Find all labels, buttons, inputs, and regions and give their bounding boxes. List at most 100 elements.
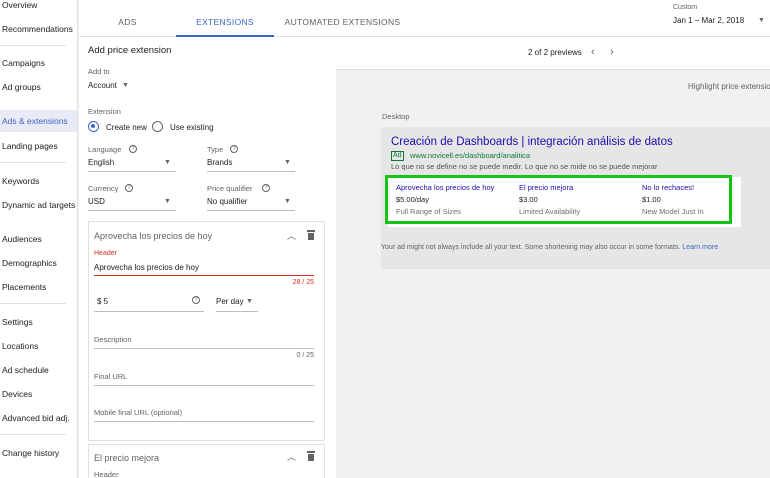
add-to-select[interactable]: Account bbox=[88, 81, 117, 90]
create-new-radio[interactable] bbox=[88, 121, 99, 132]
help-icon[interactable]: ? bbox=[230, 145, 238, 153]
help-icon[interactable]: ? bbox=[129, 145, 137, 153]
sidebar-item-demographics[interactable]: Demographics bbox=[2, 258, 76, 268]
sidebar-item-change-history[interactable]: Change history bbox=[2, 448, 76, 458]
preview-count: 2 of 2 previews bbox=[528, 48, 582, 57]
date-range-label: Custom bbox=[673, 4, 698, 11]
price-qualifier-select[interactable]: No qualifier bbox=[207, 197, 247, 206]
trash-icon[interactable] bbox=[307, 451, 315, 461]
header-counter: 28 / 25 bbox=[292, 279, 314, 286]
sidebar-item-devices[interactable]: Devices bbox=[2, 389, 76, 399]
ad-description: Lo que no se define no se puede medir. L… bbox=[391, 162, 658, 171]
price-item-card: Aprovecha los precios de hoy ︿ Header Ap… bbox=[88, 221, 325, 441]
ad-preview-pane: 2 of 2 previews ‹ › Highlight price exte… bbox=[336, 37, 770, 478]
price-extension-highlight bbox=[385, 175, 732, 224]
sidebar-item-advanced-bid-adj[interactable]: Advanced bid adj. bbox=[2, 413, 76, 423]
ad-headline: Creación de Dashboards | integración aná… bbox=[391, 136, 673, 148]
ad-display-url: www.novicell.es/dashboard/analitica bbox=[410, 151, 531, 160]
sidebar-item-settings[interactable]: Settings bbox=[2, 317, 76, 327]
currency-select[interactable]: USD bbox=[88, 197, 105, 206]
price-qualifier-label: Price qualifier bbox=[207, 184, 253, 193]
sidebar-item-dynamic-ad-targets[interactable]: Dynamic ad targets bbox=[2, 200, 76, 210]
date-range-picker[interactable]: Jan 1 – Mar 2, 2018 bbox=[673, 16, 744, 25]
trash-icon[interactable] bbox=[307, 230, 315, 240]
mobile-final-url-label: Mobile final URL (optional) bbox=[94, 408, 183, 417]
learn-more-link[interactable]: Learn more bbox=[682, 244, 718, 251]
app-root: Overview Recommendations Campaigns Ad gr… bbox=[0, 0, 770, 478]
sidebar-divider bbox=[0, 303, 66, 304]
type-select[interactable]: Brands bbox=[207, 158, 232, 167]
chevron-up-icon[interactable]: ︿ bbox=[287, 229, 296, 242]
sidebar-item-keywords[interactable]: Keywords bbox=[2, 176, 76, 186]
mobile-final-url-input[interactable] bbox=[94, 421, 314, 422]
card-title: Aprovecha los precios de hoy bbox=[94, 231, 213, 241]
sidebar-item-landing-pages[interactable]: Landing pages bbox=[2, 141, 76, 151]
unit-select[interactable]: Per day bbox=[216, 297, 244, 306]
chevron-left-icon[interactable]: ‹ bbox=[591, 46, 595, 58]
unit-underline bbox=[216, 311, 258, 312]
sidebar-divider bbox=[0, 162, 66, 163]
caret-down-icon[interactable]: ▼ bbox=[246, 298, 253, 305]
card-title: El precio mejora bbox=[94, 453, 160, 463]
language-select[interactable]: English bbox=[88, 158, 114, 167]
caret-down-icon[interactable]: ▼ bbox=[122, 82, 129, 89]
header-label: Header bbox=[94, 470, 119, 478]
price-item-card: El precio mejora ︿ Header bbox=[88, 444, 325, 478]
ad-badge: Ad bbox=[391, 151, 404, 161]
extension-label: Extension bbox=[88, 107, 121, 116]
tab-bar: ADS EXTENSIONS AUTOMATED EXTENSIONS Cust… bbox=[79, 0, 770, 37]
description-label: Description bbox=[94, 335, 132, 344]
final-url-input[interactable] bbox=[94, 385, 314, 386]
header-underline bbox=[94, 275, 314, 276]
final-url-label: Final URL bbox=[94, 372, 128, 381]
header-label: Header bbox=[94, 250, 117, 257]
language-label: Language bbox=[88, 145, 122, 154]
sidebar-item-recommendations[interactable]: Recommendations bbox=[2, 24, 76, 34]
sidebar-item-locations[interactable]: Locations bbox=[2, 341, 76, 351]
use-existing-label: Use existing bbox=[170, 123, 214, 132]
sidebar-divider bbox=[0, 434, 66, 435]
price-underline bbox=[94, 311, 204, 312]
help-icon[interactable]: ? bbox=[262, 184, 270, 192]
chevron-right-icon[interactable]: › bbox=[610, 46, 614, 58]
disclaimer-text: Your ad might not always include all you… bbox=[381, 244, 681, 251]
chevron-up-icon[interactable]: ︿ bbox=[287, 450, 296, 463]
tab-automated-extensions[interactable]: AUTOMATED EXTENSIONS bbox=[274, 0, 411, 37]
caret-down-icon[interactable]: ▼ bbox=[284, 198, 291, 205]
caret-down-icon[interactable]: ▼ bbox=[164, 198, 171, 205]
sidebar-item-overview[interactable]: Overview bbox=[2, 0, 76, 10]
currency-label: Currency bbox=[88, 184, 119, 193]
preview-disclaimer: Your ad might not always include all you… bbox=[381, 244, 718, 251]
create-new-label: Create new bbox=[106, 123, 147, 132]
description-input[interactable] bbox=[94, 348, 314, 349]
header-input[interactable]: Aprovecha los precios de hoy bbox=[94, 263, 199, 272]
price-input[interactable]: $ 5 bbox=[97, 297, 108, 306]
add-to-label: Add to bbox=[88, 67, 110, 76]
form-title: Add price extension bbox=[88, 45, 172, 56]
sidebar-item-ad-schedule[interactable]: Ad schedule bbox=[2, 365, 76, 375]
currency-underline bbox=[88, 210, 176, 211]
preview-header: 2 of 2 previews ‹ › bbox=[336, 37, 770, 70]
sidebar: Overview Recommendations Campaigns Ad gr… bbox=[0, 0, 78, 478]
caret-down-icon[interactable]: ▼ bbox=[164, 159, 171, 166]
sidebar-item-audiences[interactable]: Audiences bbox=[2, 234, 76, 244]
highlight-price-extension[interactable]: Highlight price extension bbox=[688, 82, 770, 91]
sidebar-divider bbox=[0, 45, 66, 46]
sidebar-item-ad-groups[interactable]: Ad groups bbox=[2, 82, 76, 92]
tab-extensions[interactable]: EXTENSIONS bbox=[176, 0, 274, 37]
price-qualifier-underline bbox=[207, 210, 295, 211]
device-label: Desktop bbox=[382, 112, 410, 121]
caret-down-icon[interactable]: ▼ bbox=[284, 159, 291, 166]
sidebar-item-campaigns[interactable]: Campaigns bbox=[2, 58, 76, 68]
tab-ads[interactable]: ADS bbox=[79, 0, 176, 37]
language-underline bbox=[88, 171, 176, 172]
help-icon[interactable]: ? bbox=[192, 296, 200, 304]
sidebar-item-ads-extensions[interactable]: Ads & extensions bbox=[0, 110, 77, 132]
type-underline bbox=[207, 171, 295, 172]
caret-down-icon[interactable]: ▼ bbox=[758, 17, 765, 24]
description-counter: 0 / 25 bbox=[296, 352, 314, 359]
type-label: Type bbox=[207, 145, 224, 154]
sidebar-item-placements[interactable]: Placements bbox=[2, 282, 76, 292]
use-existing-radio[interactable] bbox=[152, 121, 163, 132]
help-icon[interactable]: ? bbox=[125, 184, 133, 192]
